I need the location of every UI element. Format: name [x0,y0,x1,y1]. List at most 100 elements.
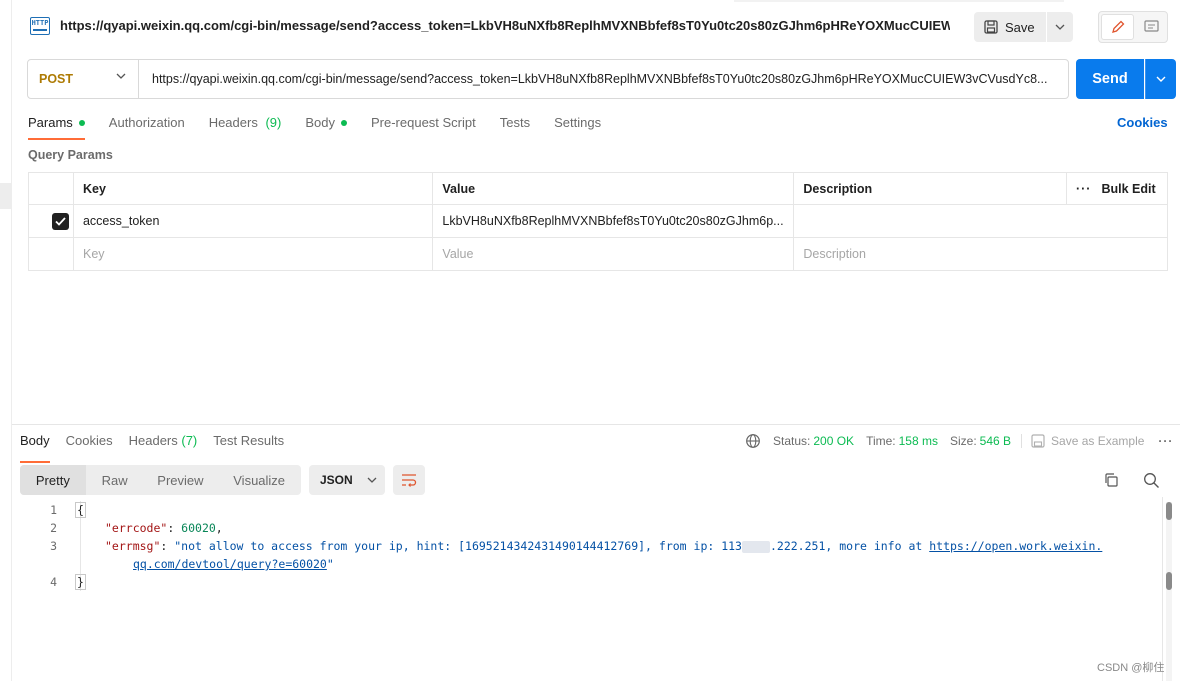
header-value: Value [432,172,795,205]
http-icon: HTTP [30,17,50,35]
search-icon[interactable] [1143,472,1160,489]
param-value-field[interactable]: LkbVH8uNXfb8ReplhMVXNBbfef8sT0Yu0tc20s80… [432,204,795,238]
divider [1021,434,1023,448]
status-value[interactable]: 200 OK [813,434,854,448]
chevron-down-icon [1156,76,1166,82]
send-options-button[interactable] [1145,59,1176,99]
tab-pre-request-script[interactable]: Pre-request Script [371,115,476,139]
query-params-label: Query Params [28,148,113,162]
new-description-field[interactable]: Description [793,237,1168,271]
code-line-wrapped: qq.com/devtool/query?e=60020" [20,555,1150,573]
url-input[interactable]: https://qyapi.weixin.qq.com/cgi-bin/mess… [139,72,1064,86]
size-value[interactable]: 546 B [980,434,1011,448]
chevron-down-icon [116,73,126,79]
sidebar-marker [0,183,12,209]
new-key-field[interactable]: Key [72,237,434,271]
tab-body[interactable]: Body [305,115,347,139]
line-text: } [75,573,86,591]
request-title-row: HTTP https://qyapi.weixin.qq.com/cgi-bin… [12,0,1180,54]
row-checkbox[interactable] [52,212,69,230]
close-brace: } [75,574,86,590]
format-preview[interactable]: Preview [144,465,218,495]
json-number: 60020 [181,521,216,535]
tab-authorization[interactable]: Authorization [109,115,185,139]
line-text: qq.com/devtool/query?e=60020" [133,555,334,573]
table-header-row: Key Value Description ··· Bulk Edit [28,172,1169,205]
line-text: { [75,501,86,519]
more-options-icon[interactable]: ··· [1158,434,1173,448]
json-key: "errcode" [105,521,168,535]
comments-button[interactable] [1136,14,1166,40]
tab-tests[interactable]: Tests [500,115,530,139]
tab-label: Settings [554,115,602,130]
json-string: " [326,557,334,571]
format-tabs: Pretty Raw Preview Visualize [20,465,301,495]
format-visualize[interactable]: Visualize [217,465,301,495]
bulk-edit-link[interactable]: Bulk Edit [1101,182,1155,196]
chevron-down-icon [367,477,377,483]
tab-headers[interactable]: Headers (9) [209,115,282,139]
bulk-edit-cell: ··· Bulk Edit [1066,172,1169,205]
tab-test-results[interactable]: Test Results [213,433,284,457]
code-line: 3 "errmsg": "not allow to access from yo… [20,537,1150,555]
param-description-field[interactable] [793,204,1168,238]
save-options-button[interactable] [1047,12,1073,42]
more-options-icon[interactable]: ··· [1076,182,1092,196]
tab-response-body[interactable]: Body [20,433,50,463]
response-body-code[interactable]: 1 { 2 "errcode": 60020, 3 "errmsg": "not… [20,501,1150,591]
table-row: access_token LkbVH8uNXfb8ReplhMVXNBbfef8… [28,204,1168,238]
redacted-ip-segment [741,540,770,553]
code-line: 4 } [20,573,1150,591]
new-value-field[interactable]: Value [432,237,795,271]
copy-icon[interactable] [1103,472,1119,488]
save-icon [1031,434,1045,448]
tab-response-headers[interactable]: Headers (7) [129,433,198,457]
line-number: 3 [50,539,57,553]
save-label: Save [1005,19,1035,35]
param-key-field[interactable]: access_token [72,204,434,238]
time-value[interactable]: 158 ms [899,434,938,448]
save-as-example-label: Save as Example [1051,434,1145,448]
scrollbar[interactable] [1166,502,1172,681]
tab-label: Headers [128,433,178,448]
tab-count: (9) [265,115,282,130]
watermark: CSDN @柳住 [1097,662,1165,674]
request-title[interactable]: https://qyapi.weixin.qq.com/cgi-bin/mess… [60,18,950,33]
table-row-new: Key Value Description [28,237,1168,271]
format-raw[interactable]: Raw [86,465,144,495]
method-label: POST [39,72,74,86]
left-sidebar-edge [0,0,12,681]
language-select[interactable]: JSON [309,465,385,495]
header-key: Key [72,172,434,205]
cookies-link[interactable]: Cookies [1117,115,1168,130]
indicator-dot [78,120,85,126]
info-link[interactable]: https://open.work.weixin. [929,539,1102,553]
send-button[interactable]: Send [1076,59,1144,99]
save-button[interactable]: Save [974,12,1046,42]
json-string: .222.251, more info at [769,539,930,553]
query-params-table: Key Value Description ··· Bulk Edit acces… [28,172,1169,271]
edit-mode-button[interactable] [1101,14,1134,40]
row-checkbox-cell [28,237,74,271]
info-link[interactable]: qq.com/devtool/query?e=60020 [133,557,327,571]
json-key: "errmsg" [105,539,161,553]
tab-settings[interactable]: Settings [554,115,601,139]
tab-response-cookies[interactable]: Cookies [66,433,113,457]
url-bar: POST https://qyapi.weixin.qq.com/cgi-bin… [27,59,1069,99]
tab-params[interactable]: Params [28,115,85,140]
save-icon [984,20,998,34]
tab-label: Tests [499,115,531,130]
scrollbar-thumb[interactable] [1166,502,1172,520]
pencil-icon [1111,20,1124,33]
save-as-example-button[interactable]: Save as Example [1031,434,1144,448]
request-tabs: Params Authorization Headers (9) Body Pr… [28,115,625,140]
line-number: 1 [50,503,57,517]
globe-icon[interactable] [745,433,761,449]
pane-divider[interactable] [12,424,1180,425]
line-number: 4 [50,575,57,589]
format-pretty[interactable]: Pretty [20,465,86,495]
wrap-lines-button[interactable] [393,465,425,495]
header-cell-check [28,172,74,205]
line-text: "errmsg": "not allow to access from your… [105,539,1103,553]
method-select[interactable]: POST [28,60,139,98]
